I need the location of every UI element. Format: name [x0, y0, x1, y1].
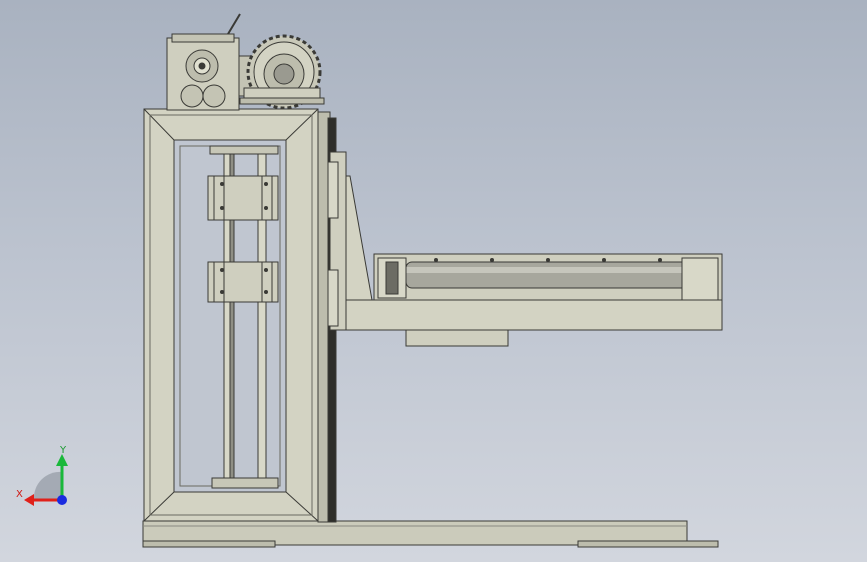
gearmotor	[166, 13, 254, 111]
x-axis-head	[24, 494, 34, 506]
sprocket-assembly	[239, 34, 325, 110]
x-axis-label: X	[16, 489, 23, 500]
main-frame	[143, 108, 337, 523]
machine-assembly[interactable]	[142, 13, 723, 548]
y-axis-label: Y	[59, 445, 67, 456]
cad-viewport[interactable]: Y X	[0, 0, 867, 562]
coordinate-triad: Y X	[16, 445, 68, 506]
base-plate	[142, 520, 719, 548]
z-axis-dot	[57, 495, 67, 505]
conveyor-arm	[345, 253, 723, 347]
